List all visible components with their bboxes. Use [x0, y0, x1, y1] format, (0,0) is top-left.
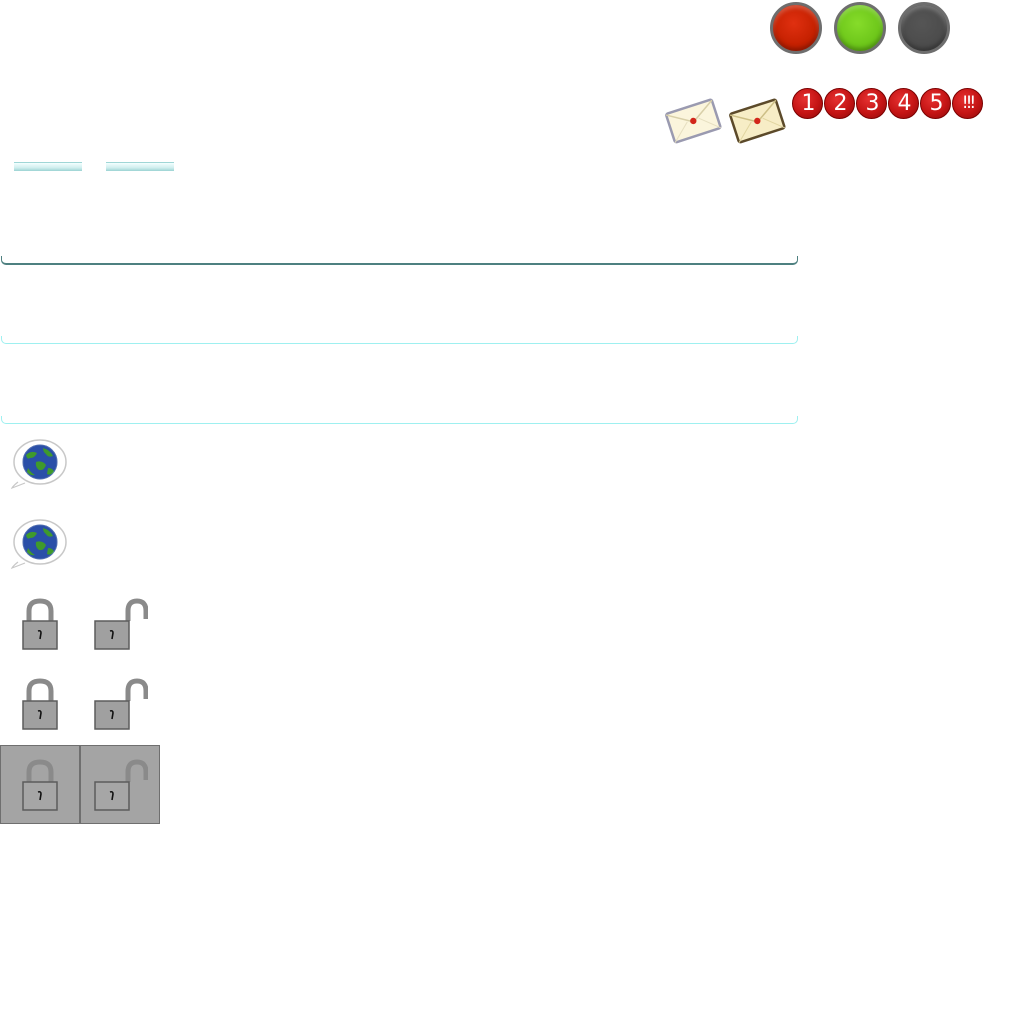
badge-2[interactable]: 2 — [824, 88, 855, 119]
lock-closed-icon[interactable] — [20, 597, 60, 651]
status-light-gray[interactable] — [898, 2, 950, 54]
divider-dark — [1, 256, 798, 265]
divider-light-1 — [1, 336, 798, 344]
badge-1[interactable]: 1 — [792, 88, 823, 119]
envelope-unread-icon[interactable] — [663, 96, 723, 144]
lock-open-icon[interactable] — [92, 677, 148, 731]
badge-4[interactable]: 4 — [888, 88, 919, 119]
envelope-read-icon[interactable] — [727, 96, 787, 144]
mini-tab-2[interactable] — [106, 162, 174, 171]
lock-closed-icon[interactable] — [20, 677, 60, 731]
badge-3[interactable]: 3 — [856, 88, 887, 119]
lock-open-icon[interactable] — [92, 597, 148, 651]
status-light-red[interactable] — [770, 2, 822, 54]
badge-5[interactable]: 5 — [920, 88, 951, 119]
globe-bubble-icon[interactable] — [10, 518, 68, 570]
lock-open-tile[interactable] — [80, 745, 160, 824]
lock-closed-icon — [22, 759, 58, 811]
lock-open-icon — [94, 759, 148, 811]
mini-tab-1[interactable] — [14, 162, 82, 171]
badge-urgent[interactable]: !!! — [952, 88, 983, 119]
divider-light-2 — [1, 416, 798, 424]
globe-bubble-icon[interactable] — [10, 438, 68, 490]
lock-closed-tile[interactable] — [0, 745, 80, 824]
status-light-green[interactable] — [834, 2, 886, 54]
